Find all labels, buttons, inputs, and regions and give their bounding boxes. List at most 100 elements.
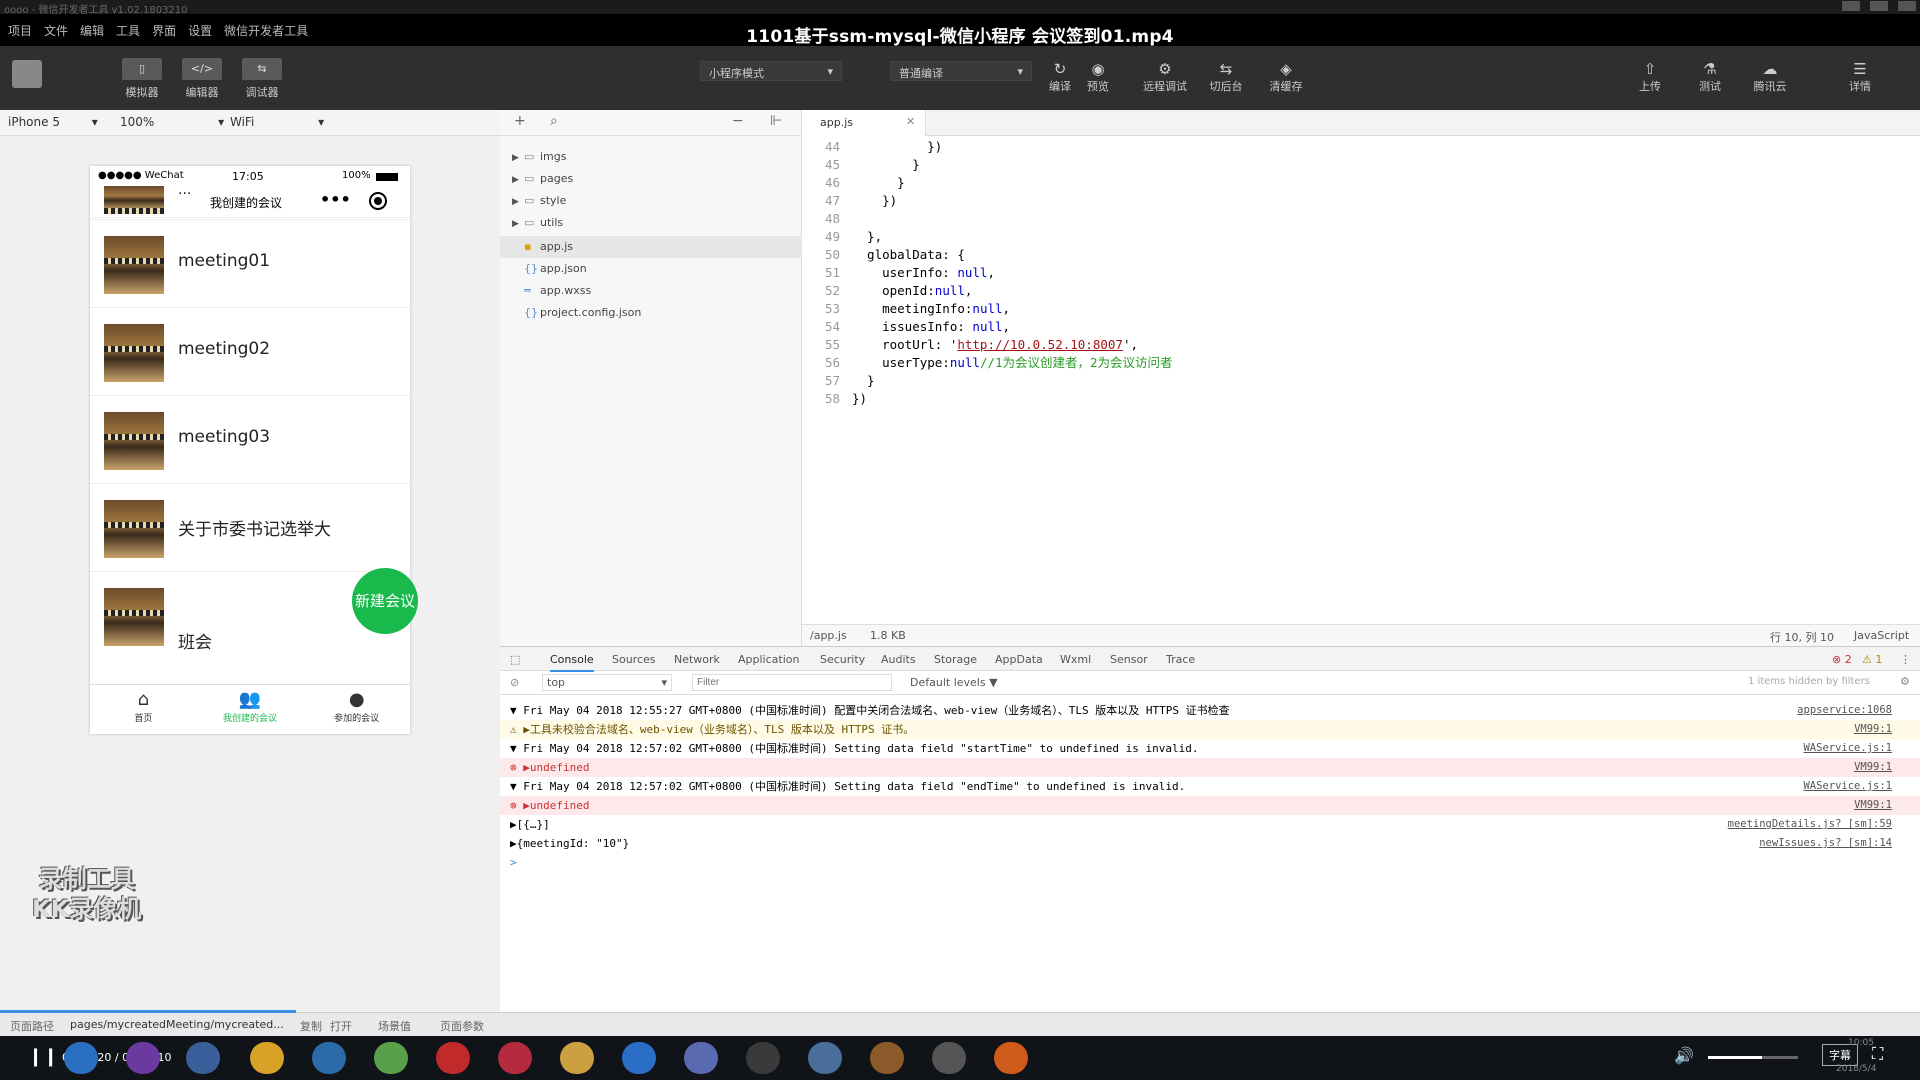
- app-icon[interactable]: [560, 1042, 594, 1074]
- file-item[interactable]: ▶ ▭ utils: [512, 212, 563, 234]
- app-icon[interactable]: [746, 1042, 780, 1074]
- console-message[interactable]: ⊗ ▶undefined VM99:1: [500, 796, 1920, 815]
- open-link[interactable]: 打开: [330, 1018, 352, 1034]
- zoom-select[interactable]: 100% ▾: [120, 115, 224, 129]
- file-item[interactable]: ▶ ▭ pages: [512, 168, 573, 190]
- tab-network[interactable]: Network: [674, 653, 720, 666]
- preview-button[interactable]: ◉ 预览: [1076, 60, 1120, 94]
- app-icon[interactable]: [932, 1042, 966, 1074]
- collapse-icon[interactable]: −: [732, 113, 744, 129]
- app-icon[interactable]: [994, 1042, 1028, 1074]
- inspect-icon[interactable]: ⬚: [510, 653, 520, 666]
- file-item[interactable]: {} app.json: [524, 258, 587, 280]
- close-icon[interactable]: ✕: [906, 115, 915, 128]
- file-item-selected[interactable]: ▪ app.js: [500, 236, 802, 258]
- console-message[interactable]: ▼ Fri May 04 2018 12:57:02 GMT+0800 (中国标…: [500, 777, 1920, 796]
- add-icon[interactable]: +: [514, 113, 526, 129]
- minimize-button[interactable]: [1842, 1, 1860, 11]
- window-controls[interactable]: [1842, 1, 1916, 11]
- tab-application[interactable]: Application: [738, 653, 799, 666]
- maximize-button[interactable]: [1870, 1, 1888, 11]
- new-meeting-button[interactable]: 新建会议: [352, 568, 418, 634]
- console-message[interactable]: ⊗ ▶undefined VM99:1: [500, 758, 1920, 777]
- source-link[interactable]: VM99:1: [1854, 796, 1892, 815]
- search-icon[interactable]: ⌕: [550, 113, 558, 129]
- remote-debug-button[interactable]: ⚙ 远程调试: [1140, 60, 1190, 94]
- app-icon[interactable]: [374, 1042, 408, 1074]
- source-link[interactable]: WAService.js:1: [1803, 739, 1892, 758]
- tab-home[interactable]: ⌂ 首页: [90, 685, 197, 734]
- app-icon[interactable]: [186, 1042, 220, 1074]
- source-link[interactable]: newIssues.js? [sm]:14: [1759, 834, 1892, 853]
- pause-icon[interactable]: ❙❙: [28, 1046, 58, 1067]
- console-message[interactable]: ▼ Fri May 04 2018 12:55:27 GMT+0800 (中国标…: [500, 701, 1920, 720]
- page-params[interactable]: 页面参数: [440, 1018, 484, 1034]
- device-select[interactable]: iPhone 5 ▾: [8, 115, 98, 129]
- app-icon[interactable]: [126, 1042, 160, 1074]
- upload-button[interactable]: ⇧ 上传: [1628, 60, 1672, 94]
- console-prompt[interactable]: >: [500, 853, 1920, 872]
- source-link[interactable]: WAService.js:1: [1803, 777, 1892, 796]
- tab-sources[interactable]: Sources: [612, 653, 656, 666]
- source-link[interactable]: appservice:1068: [1797, 701, 1892, 720]
- tab-my-created-meetings[interactable]: 👥 我创建的会议: [197, 685, 304, 734]
- levels-select[interactable]: Default levels ▼: [910, 676, 998, 689]
- tab-wxml[interactable]: Wxml: [1060, 653, 1091, 666]
- app-icon[interactable]: [622, 1042, 656, 1074]
- avatar[interactable]: [12, 60, 42, 88]
- editor-tab[interactable]: app.js ✕: [802, 110, 926, 136]
- clear-cache-button[interactable]: ◈ 清缓存: [1264, 60, 1308, 94]
- scene-value[interactable]: 场景值: [378, 1018, 411, 1034]
- console-message[interactable]: ▶{meetingId: "10"} newIssues.js? [sm]:14: [500, 834, 1920, 853]
- debugger-button[interactable]: ⇆ 调试器: [242, 58, 282, 100]
- file-item[interactable]: {} project.config.json: [524, 302, 641, 324]
- list-item[interactable]: meeting03: [90, 396, 410, 484]
- console-message[interactable]: ▶[{…}] meetingDetails.js? [sm]:59: [500, 815, 1920, 834]
- code-area[interactable]: 44 }) 45 } 46 } 47 }) 48 49 }, 50 globalData: …: [802, 136, 1920, 616]
- list-item[interactable]: ...: [90, 186, 410, 220]
- chrome-icon[interactable]: [250, 1042, 284, 1074]
- volume-icon[interactable]: 🔊: [1674, 1046, 1694, 1065]
- more-icon[interactable]: ⋮: [1900, 653, 1911, 666]
- split-icon[interactable]: ⊩: [770, 113, 782, 129]
- app-icon[interactable]: [312, 1042, 346, 1074]
- gear-icon[interactable]: ⚙: [1900, 675, 1910, 688]
- tab-sensor[interactable]: Sensor: [1110, 653, 1148, 666]
- volume-slider[interactable]: [1708, 1056, 1798, 1059]
- tencent-cloud-button[interactable]: ☁ 腾讯云: [1748, 60, 1792, 94]
- file-item[interactable]: ═ app.wxss: [524, 280, 591, 302]
- mode-select[interactable]: 小程序模式 ▾: [700, 61, 842, 81]
- app-icon[interactable]: [436, 1042, 470, 1074]
- source-link[interactable]: VM99:1: [1854, 758, 1892, 777]
- editor-button[interactable]: </> 编辑器: [182, 58, 222, 100]
- file-item[interactable]: ▶ ▭ style: [512, 190, 566, 212]
- filter-input[interactable]: [692, 674, 892, 691]
- list-item[interactable]: 关于市委书记选举大: [90, 484, 410, 572]
- copy-link[interactable]: 复制: [300, 1018, 322, 1034]
- app-icon[interactable]: [808, 1042, 842, 1074]
- tab-storage[interactable]: Storage: [934, 653, 977, 666]
- close-button[interactable]: [1898, 1, 1916, 11]
- app-icon[interactable]: [498, 1042, 532, 1074]
- app-icon[interactable]: [870, 1042, 904, 1074]
- compile-select[interactable]: 普通编译 ▾: [890, 61, 1032, 81]
- tab-trace[interactable]: Trace: [1166, 653, 1195, 666]
- source-link[interactable]: VM99:1: [1854, 720, 1892, 739]
- tab-appdata[interactable]: AppData: [995, 653, 1043, 666]
- source-link[interactable]: meetingDetails.js? [sm]:59: [1728, 815, 1892, 834]
- context-select[interactable]: top ▾: [542, 674, 672, 691]
- tab-security[interactable]: Security: [820, 653, 865, 666]
- console-message[interactable]: ▼ Fri May 04 2018 12:57:02 GMT+0800 (中国标…: [500, 739, 1920, 758]
- file-item[interactable]: ▶ ▭ imgs: [512, 146, 567, 168]
- clear-console-icon[interactable]: ⊘: [510, 676, 519, 689]
- tab-console[interactable]: Console: [550, 653, 594, 672]
- details-button[interactable]: ☰ 详情: [1838, 60, 1882, 94]
- list-item[interactable]: meeting01: [90, 220, 410, 308]
- app-icon[interactable]: [684, 1042, 718, 1074]
- simulator-button[interactable]: ▯ 模拟器: [122, 58, 162, 100]
- video-progress-bar[interactable]: [0, 1010, 296, 1013]
- ie-icon[interactable]: [64, 1042, 98, 1074]
- console-message[interactable]: ⚠ ▶工具未校验合法域名、web-view（业务域名）、TLS 版本以及 HTT…: [500, 720, 1920, 739]
- list-item[interactable]: meeting02: [90, 308, 410, 396]
- tab-audits[interactable]: Audits: [881, 653, 916, 666]
